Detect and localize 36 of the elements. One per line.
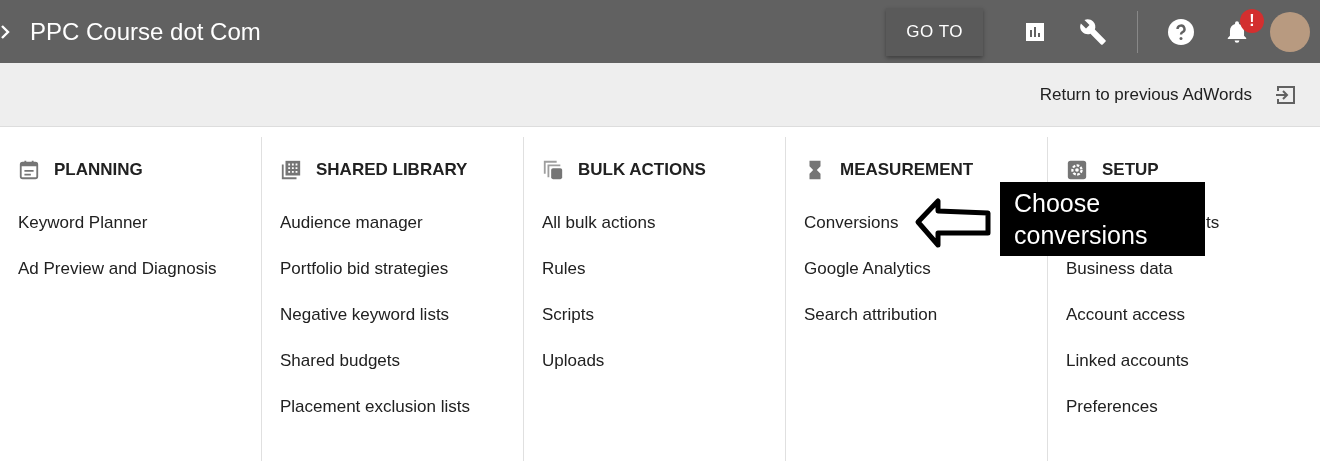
go-to-button[interactable]: GO TO — [886, 7, 983, 56]
menu-item[interactable]: Account access — [1066, 305, 1186, 325]
menu-item[interactable]: Keyword Planner — [18, 213, 148, 233]
menu-item[interactable]: All bulk actions — [542, 213, 656, 233]
menu-item[interactable]: ts — [1206, 213, 1220, 233]
callout-tooltip: Choose conversions — [1000, 182, 1205, 256]
menu-item[interactable]: Placement exclusion lists — [280, 397, 470, 417]
wrench-icon[interactable] — [1079, 17, 1107, 46]
column-heading: SHARED LIBRARY — [316, 160, 468, 180]
menu-item[interactable]: Negative keyword lists — [280, 305, 450, 325]
menu-item[interactable]: Linked accounts — [1066, 351, 1189, 371]
return-link[interactable]: Return to previous AdWords — [1039, 84, 1252, 105]
column-heading: MEASUREMENT — [840, 160, 974, 180]
column-heading: BULK ACTIONS — [578, 160, 706, 180]
menu-item[interactable]: Ad Preview and Diagnosis — [18, 259, 217, 279]
grid-stack-icon — [280, 159, 302, 181]
column-heading: SETUP — [1102, 160, 1159, 180]
menu-item[interactable]: Preferences — [1066, 397, 1158, 417]
menu-item[interactable]: Portfolio bid strategies — [280, 259, 449, 279]
menu-item[interactable]: Conversions — [804, 213, 899, 233]
chevron-icon[interactable] — [0, 23, 10, 40]
notification-badge: ! — [1240, 8, 1264, 33]
copies-icon — [542, 159, 564, 181]
column-heading: PLANNING — [54, 160, 143, 180]
menu-item[interactable]: Shared budgets — [280, 351, 401, 371]
menu-item[interactable]: Scripts — [542, 305, 594, 325]
menu-item[interactable]: Audience manager — [280, 213, 423, 233]
calendar-icon — [18, 159, 40, 181]
menu-item[interactable]: Rules — [542, 259, 586, 279]
menu-item[interactable]: Google Analytics — [804, 259, 931, 279]
gear-icon — [1066, 159, 1088, 181]
menu-item[interactable]: Business data — [1066, 259, 1173, 279]
help-icon[interactable] — [1168, 18, 1194, 45]
account-name: PPC Course dot Com — [30, 17, 261, 46]
menu-item[interactable]: Uploads — [542, 351, 605, 371]
menu-item[interactable]: Search attribution — [804, 305, 938, 325]
